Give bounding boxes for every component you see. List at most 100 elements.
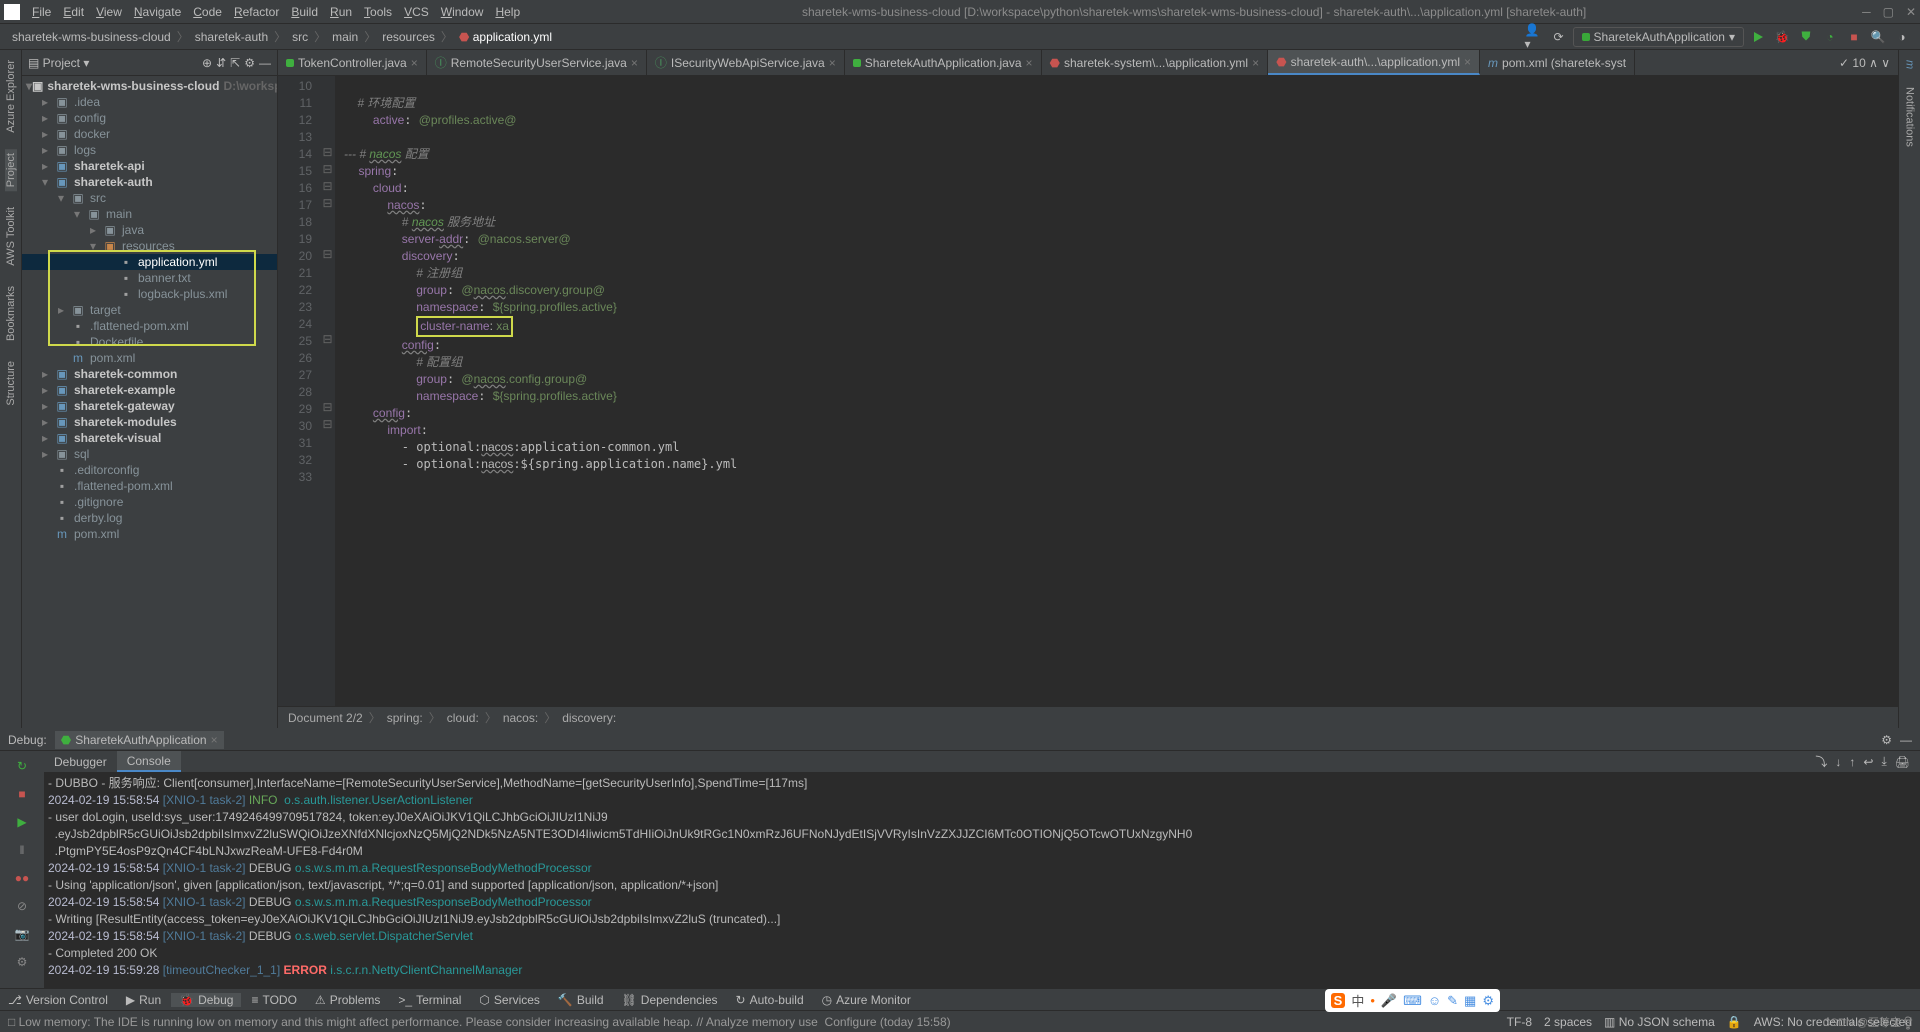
stop-debug-button[interactable]: ■ xyxy=(11,783,33,805)
status-schema[interactable]: ▥ No JSON schema xyxy=(1604,1015,1715,1029)
status-message[interactable]: □ Low memory: The IDE is running low on … xyxy=(8,1015,1495,1029)
tool-bookmarks[interactable]: Bookmarks xyxy=(5,282,17,345)
bottom-tab-services[interactable]: ⬡Services xyxy=(471,993,548,1007)
tree-row[interactable]: mpom.xml xyxy=(22,526,277,542)
scroll-to-end-button[interactable]: ⤓ xyxy=(1881,754,1886,769)
pause-button[interactable]: ‖ xyxy=(11,839,33,861)
tree-row[interactable]: ▾▣main xyxy=(22,206,277,222)
collapse-all-icon[interactable]: ⇱ xyxy=(230,56,240,70)
close-icon[interactable]: ✕ xyxy=(1906,5,1916,19)
editor-breadcrumbs[interactable]: Document 2/2〉spring:〉cloud:〉nacos:〉disco… xyxy=(278,706,1898,728)
editor-tab[interactable]: ⒾRemoteSecurityUserService.java× xyxy=(427,50,647,75)
print-button[interactable]: 🖨 xyxy=(1895,755,1910,769)
menu-navigate[interactable]: Navigate xyxy=(128,3,187,21)
bottom-tab-dependencies[interactable]: ⛓Dependencies xyxy=(614,993,726,1007)
menu-code[interactable]: Code xyxy=(187,3,228,21)
debug-button[interactable]: 🐞 xyxy=(1772,27,1792,47)
menu-run[interactable]: Run xyxy=(324,3,358,21)
search-icon[interactable]: 🔍 xyxy=(1868,27,1888,47)
editor-tab[interactable]: ⒾISecurityWebApiService.java× xyxy=(647,50,845,75)
sync-icon[interactable]: ⟳ xyxy=(1549,27,1569,47)
profile-button[interactable]: ◔ xyxy=(1820,27,1840,47)
run-configuration-selector[interactable]: SharetekAuthApplication ▾ xyxy=(1573,27,1744,47)
editor-tab[interactable]: TokenController.java× xyxy=(278,50,427,75)
tree-row[interactable]: ▸▣sharetek-modules xyxy=(22,414,277,430)
resume-button[interactable]: ▶ xyxy=(11,811,33,833)
status-indent[interactable]: 2 spaces xyxy=(1544,1015,1592,1029)
breadcrumb-item[interactable]: sharetek-wms-business-cloud xyxy=(8,30,175,44)
tree-row[interactable]: ▸▣java xyxy=(22,222,277,238)
tree-row[interactable]: ▸▣sharetek-example xyxy=(22,382,277,398)
stop-button[interactable]: ■ xyxy=(1844,27,1864,47)
debugger-settings-button[interactable]: ⚙ xyxy=(11,951,33,973)
tree-row[interactable]: ▪logback-plus.xml xyxy=(22,286,277,302)
tree-row[interactable]: ▪derby.log xyxy=(22,510,277,526)
editor-tab[interactable]: ⬣sharetek-system\...\application.yml× xyxy=(1042,50,1269,75)
menu-edit[interactable]: Edit xyxy=(57,3,90,21)
inspection-widget[interactable]: ✓ 10 ∧ ∨ xyxy=(1831,50,1898,75)
menu-help[interactable]: Help xyxy=(489,3,526,21)
step-into-button[interactable]: ↓ xyxy=(1835,755,1841,769)
tree-row[interactable]: ▸▣.idea xyxy=(22,94,277,110)
editor-tab[interactable]: SharetekAuthApplication.java× xyxy=(845,50,1042,75)
bottom-tab-version-control[interactable]: ⎇Version Control xyxy=(0,993,116,1007)
tool-aws[interactable]: AWS Toolkit xyxy=(5,203,17,270)
user-icon[interactable]: 👤▾ xyxy=(1525,27,1545,47)
bottom-tab-todo[interactable]: ≡TODO xyxy=(243,993,304,1007)
status-encoding[interactable]: TF-8 xyxy=(1507,1015,1532,1029)
bottom-tab-problems[interactable]: ⚠Problems xyxy=(307,993,388,1007)
bottom-tab-auto-build[interactable]: ↻Auto-build xyxy=(728,993,812,1007)
run-button[interactable] xyxy=(1748,27,1768,47)
external-ime-toolbar[interactable]: S 中• 🎤 ⌨ ☺ ✎ ▦ ⚙ xyxy=(1325,989,1500,1012)
tree-row[interactable]: mpom.xml xyxy=(22,350,277,366)
maximize-icon[interactable]: ▢ xyxy=(1883,5,1894,19)
tree-row[interactable]: ▪Dockerfile xyxy=(22,334,277,350)
bottom-tab-debug[interactable]: 🐞Debug xyxy=(171,993,241,1007)
debugger-tab[interactable]: Debugger xyxy=(44,751,117,772)
mute-breakpoints-button[interactable]: ⊘ xyxy=(11,895,33,917)
menu-vcs[interactable]: VCS xyxy=(398,3,435,21)
tree-row[interactable]: ▸▣sharetek-api xyxy=(22,158,277,174)
menu-file[interactable]: File xyxy=(26,3,57,21)
breadcrumb-item[interactable]: src xyxy=(288,30,312,44)
settings-icon[interactable]: ⚙ xyxy=(244,56,255,70)
editor-crumb-item[interactable]: cloud: xyxy=(447,711,479,725)
tree-row[interactable]: ▸▣logs xyxy=(22,142,277,158)
status-lock-icon[interactable]: 🔒 xyxy=(1727,1015,1742,1029)
minimize-icon[interactable]: ─ xyxy=(1862,5,1871,19)
breadcrumb-item[interactable]: ⬣ application.yml xyxy=(455,30,556,44)
breadcrumb-item[interactable]: sharetek-auth xyxy=(191,30,272,44)
tree-row[interactable]: ▪.flattened-pom.xml xyxy=(22,478,277,494)
tool-notifications-right[interactable]: Notifications xyxy=(1904,83,1916,151)
notifications-icon[interactable]: ◑ xyxy=(1892,27,1912,47)
tree-row[interactable]: ▪application.yml xyxy=(22,254,277,270)
debug-settings-icon[interactable]: ⚙ xyxy=(1881,733,1892,747)
step-over-button[interactable]: ⤵ xyxy=(1815,753,1827,770)
select-opened-file-icon[interactable]: ⊕ xyxy=(202,56,212,70)
tree-row[interactable]: ▪.editorconfig xyxy=(22,462,277,478)
tree-row[interactable]: ▸▣sharetek-common xyxy=(22,366,277,382)
hide-icon[interactable]: — xyxy=(259,56,271,70)
bottom-tab-run[interactable]: ▶Run xyxy=(118,993,169,1007)
fold-gutter[interactable]: ⊟⊟⊟⊟⊟⊟⊟⊟ xyxy=(320,76,336,706)
project-tree[interactable]: ▾▣sharetek-wms-business-cloud D:\workspa… xyxy=(22,76,277,728)
expand-all-icon[interactable]: ⇵ xyxy=(216,56,226,70)
project-view-label[interactable]: ▤ Project ▾ xyxy=(28,56,89,70)
tree-row[interactable]: ▪.flattened-pom.xml xyxy=(22,318,277,334)
editor-crumb-item[interactable]: nacos: xyxy=(503,711,538,725)
editor-tab[interactable]: mpom.xml (sharetek-syst xyxy=(1480,50,1635,75)
tool-structure[interactable]: Structure xyxy=(5,357,17,410)
step-out-button[interactable]: ↑ xyxy=(1849,755,1855,769)
editor-crumb-item[interactable]: discovery: xyxy=(562,711,616,725)
rerun-button[interactable]: ↻ xyxy=(11,755,33,777)
get-thread-dump-button[interactable]: 📷 xyxy=(11,923,33,945)
tree-row[interactable]: ▪.gitignore xyxy=(22,494,277,510)
debug-session-tab[interactable]: ⬣SharetekAuthApplication× xyxy=(55,731,224,749)
tree-row[interactable]: ▪banner.txt xyxy=(22,270,277,286)
tool-maven-right[interactable]: m xyxy=(1904,56,1916,73)
tree-row[interactable]: ▸▣sharetek-gateway xyxy=(22,398,277,414)
console-tab[interactable]: Console xyxy=(117,751,181,772)
breadcrumb-item[interactable]: resources xyxy=(378,30,439,44)
menu-build[interactable]: Build xyxy=(285,3,324,21)
editor-tab[interactable]: ⬣sharetek-auth\...\application.yml× xyxy=(1268,50,1480,75)
